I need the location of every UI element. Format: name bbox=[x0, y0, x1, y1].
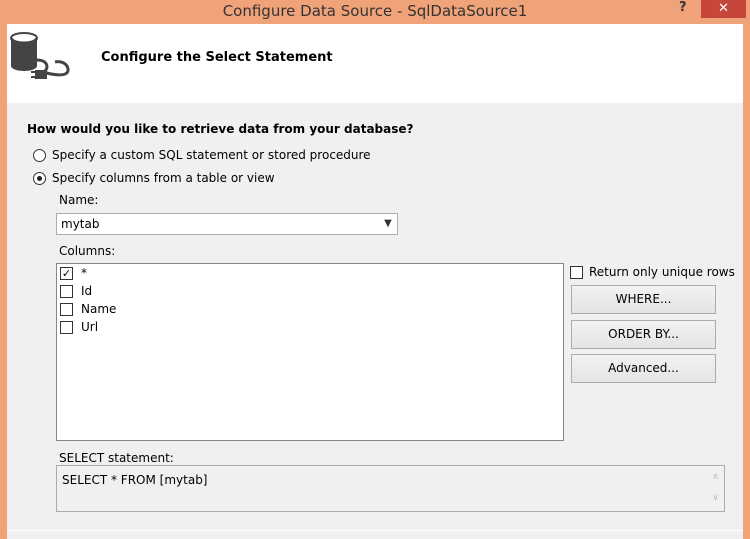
column-checkbox[interactable] bbox=[60, 284, 73, 298]
custom-sql-option[interactable]: Specify a custom SQL statement or stored… bbox=[33, 148, 371, 162]
columns-label: Columns: bbox=[59, 244, 116, 258]
wizard-header: Configure the Select Statement bbox=[7, 24, 743, 103]
column-checkbox[interactable] bbox=[60, 302, 73, 316]
name-label: Name: bbox=[59, 193, 99, 207]
title-bar: Configure Data Source - SqlDataSource1 ?… bbox=[0, 0, 750, 24]
page-heading: Configure the Select Statement bbox=[101, 50, 333, 65]
column-label: Url bbox=[81, 320, 99, 334]
columns-option-label: Specify columns from a table or view bbox=[52, 171, 275, 185]
statement-scrollbar[interactable]: ∧ ∨ bbox=[707, 466, 724, 511]
columns-radio[interactable] bbox=[33, 171, 46, 185]
close-button[interactable]: ✕ bbox=[701, 0, 746, 18]
column-label: * bbox=[81, 266, 87, 280]
divider bbox=[7, 530, 743, 531]
select-statement-text: SELECT * FROM [mytab] bbox=[62, 473, 208, 487]
scroll-down-icon[interactable]: ∨ bbox=[707, 493, 724, 503]
unique-rows-label: Return only unique rows bbox=[589, 265, 735, 279]
retrieve-question: How would you like to retrieve data from… bbox=[27, 122, 414, 136]
custom-sql-radio[interactable] bbox=[33, 148, 46, 162]
help-button[interactable]: ? bbox=[679, 0, 687, 15]
unique-rows-checkbox[interactable] bbox=[570, 265, 583, 279]
unique-rows-option[interactable]: Return only unique rows bbox=[570, 265, 735, 279]
database-plug-icon bbox=[10, 32, 70, 79]
list-item[interactable]: ✓ * bbox=[60, 266, 87, 280]
column-label: Id bbox=[81, 284, 93, 298]
custom-sql-label: Specify a custom SQL statement or stored… bbox=[52, 148, 371, 162]
window-title: Configure Data Source - SqlDataSource1 bbox=[222, 2, 528, 20]
columns-option[interactable]: Specify columns from a table or view bbox=[33, 171, 275, 185]
table-name-select[interactable]: mytab ▼ bbox=[56, 213, 398, 235]
list-item[interactable]: Id bbox=[60, 284, 92, 298]
select-statement-field[interactable]: SELECT * FROM [mytab] ∧ ∨ bbox=[56, 465, 725, 512]
list-item[interactable]: Name bbox=[60, 302, 116, 316]
select-statement-label: SELECT statement: bbox=[59, 451, 174, 465]
scroll-up-icon[interactable]: ∧ bbox=[707, 472, 724, 482]
order-by-button[interactable]: ORDER BY... bbox=[571, 320, 716, 349]
column-label: Name bbox=[81, 302, 117, 316]
chevron-down-icon[interactable]: ▼ bbox=[381, 216, 395, 232]
column-checkbox[interactable] bbox=[60, 320, 73, 334]
column-checkbox[interactable]: ✓ bbox=[60, 266, 73, 280]
columns-list[interactable]: ✓ * Id Name Url bbox=[56, 263, 564, 441]
list-item[interactable]: Url bbox=[60, 320, 98, 334]
dialog-body: Configure the Select Statement How would… bbox=[7, 24, 743, 539]
advanced-button[interactable]: Advanced... bbox=[571, 354, 716, 383]
table-name-value: mytab bbox=[61, 217, 100, 231]
where-button[interactable]: WHERE... bbox=[571, 285, 716, 314]
